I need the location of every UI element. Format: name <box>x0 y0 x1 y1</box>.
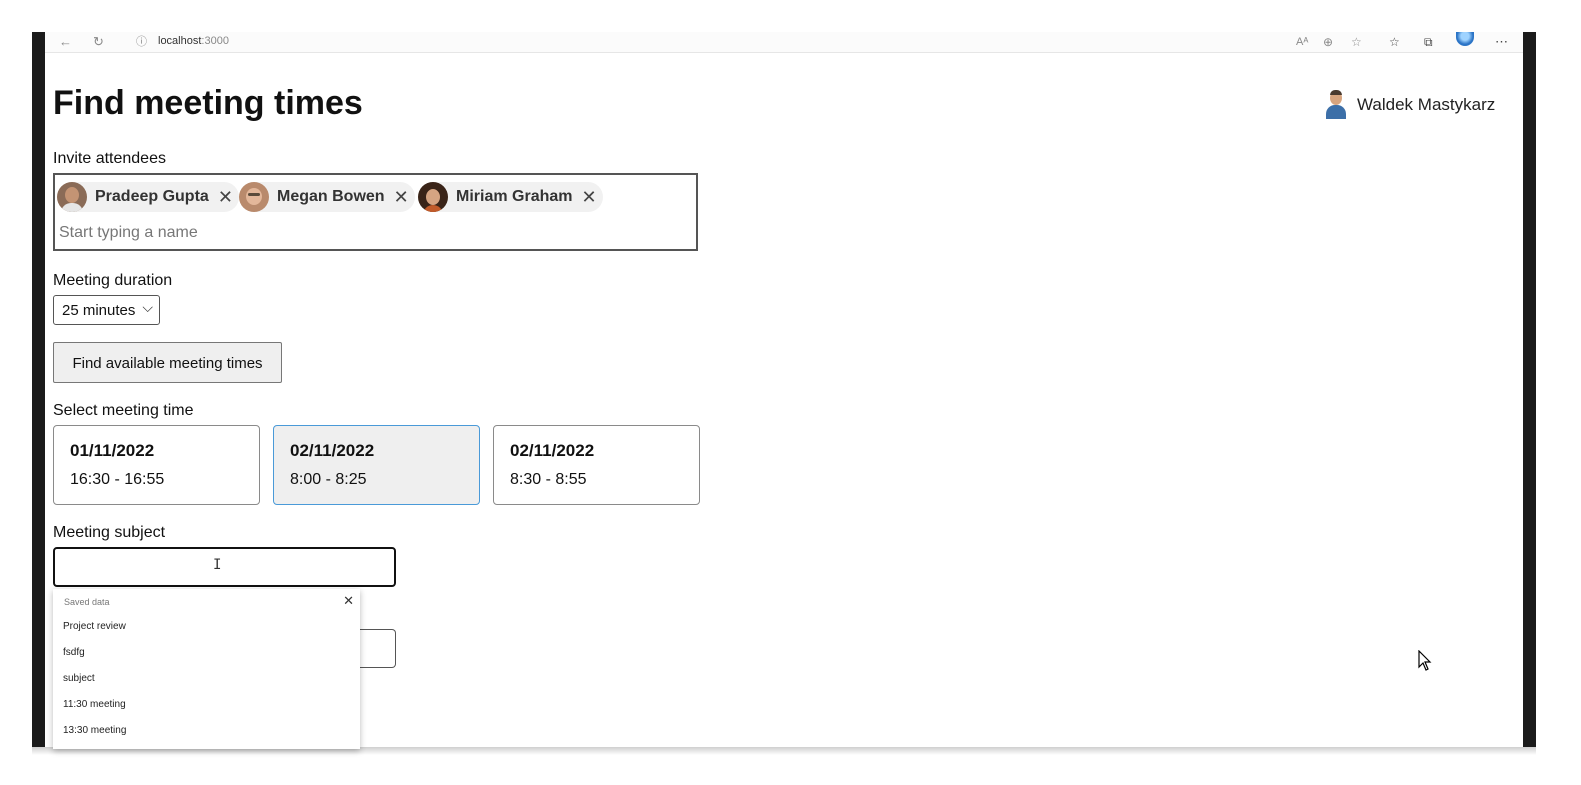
attendee-name: Megan Bowen <box>277 188 385 205</box>
slot-time: 8:00 - 8:25 <box>290 471 367 488</box>
address-bar[interactable]: localhost:3000 <box>158 35 229 47</box>
page-title: Find meeting times <box>53 84 363 122</box>
zoom-icon[interactable]: ⊕ <box>1323 34 1333 50</box>
autofill-item[interactable]: fsdfg <box>63 647 85 658</box>
autofill-header: Saved data <box>64 597 110 607</box>
avatar <box>239 182 269 212</box>
slot-date: 02/11/2022 <box>290 441 375 460</box>
duration-label: Meeting duration <box>53 272 173 289</box>
attendee-picker[interactable]: Pradeep Gupta ✕ Megan Bowen ✕ Miriam Gra… <box>53 173 698 251</box>
slot-time: 16:30 - 16:55 <box>70 471 165 488</box>
collections-icon[interactable]: ⧉ <box>1424 34 1433 50</box>
meeting-time-option[interactable]: 02/11/2022 8:30 - 8:55 <box>493 425 700 505</box>
autofill-item[interactable]: Project review <box>63 621 126 632</box>
duration-value: 25 minutes <box>62 302 136 319</box>
attendee-chip: Megan Bowen ✕ <box>239 182 415 212</box>
autofill-item[interactable]: 13:30 meeting <box>63 725 126 736</box>
mouse-pointer-icon <box>1418 650 1432 671</box>
window-frame-right <box>1523 32 1536 748</box>
profile-icon[interactable] <box>1456 32 1474 46</box>
signed-in-user[interactable]: Waldek Mastykarz <box>1322 90 1495 120</box>
favorite-add-icon[interactable]: ☆ <box>1351 34 1362 50</box>
meeting-time-option-selected[interactable]: 02/11/2022 8:00 - 8:25 <box>273 425 480 505</box>
remove-attendee-icon[interactable]: ✕ <box>394 188 409 206</box>
browser-toolbar: ← ↻ ⓘ localhost:3000 Aᴬ ⊕ ☆ ☆ ⧉ ⋯ <box>45 32 1523 53</box>
slot-date: 01/11/2022 <box>70 441 155 460</box>
avatar <box>57 182 87 212</box>
avatar <box>418 182 448 212</box>
autofill-item[interactable]: 11:30 meeting <box>63 699 126 710</box>
attendee-chip: Pradeep Gupta ✕ <box>57 182 239 212</box>
subject-label: Meeting subject <box>53 524 166 541</box>
duration-select[interactable]: 25 minutes ⌵ <box>53 295 160 325</box>
attendee-name: Pradeep Gupta <box>95 188 209 205</box>
info-icon[interactable]: ⓘ <box>136 34 147 50</box>
autofill-dropdown: Saved data ✕ Project review fsdfg subjec… <box>53 589 360 749</box>
text-cursor-icon: I <box>213 557 222 573</box>
remove-attendee-icon[interactable]: ✕ <box>218 188 233 206</box>
meeting-time-option[interactable]: 01/11/2022 16:30 - 16:55 <box>53 425 260 505</box>
find-meeting-times-button[interactable]: Find available meeting times <box>53 342 282 383</box>
meeting-time-label: Select meeting time <box>53 402 194 419</box>
read-aloud-icon[interactable]: Aᴬ <box>1296 34 1308 50</box>
chevron-down-icon: ⌵ <box>142 299 153 315</box>
subject-input[interactable]: I <box>53 547 396 587</box>
remove-attendee-icon[interactable]: ✕ <box>581 188 596 206</box>
autofill-item[interactable]: subject <box>63 673 95 684</box>
url-host: localhost <box>158 35 202 47</box>
url-port: :3000 <box>201 35 229 47</box>
find-meeting-times-label: Find available meeting times <box>72 355 263 372</box>
attendee-name: Miriam Graham <box>456 188 573 205</box>
refresh-icon[interactable]: ↻ <box>93 34 104 50</box>
user-avatar <box>1322 90 1350 120</box>
slot-date: 02/11/2022 <box>510 441 595 460</box>
more-icon[interactable]: ⋯ <box>1495 34 1508 50</box>
attendee-chip: Miriam Graham ✕ <box>418 182 603 212</box>
close-icon[interactable]: ✕ <box>343 594 354 607</box>
favorites-icon[interactable]: ☆ <box>1389 34 1400 50</box>
attendees-label: Invite attendees <box>53 150 166 167</box>
attendee-search-input[interactable] <box>59 222 659 244</box>
partially-hidden-input[interactable] <box>357 629 396 668</box>
user-name: Waldek Mastykarz <box>1357 95 1496 114</box>
back-icon[interactable]: ← <box>59 34 72 50</box>
slot-time: 8:30 - 8:55 <box>510 471 587 488</box>
window-frame-left <box>32 32 45 748</box>
